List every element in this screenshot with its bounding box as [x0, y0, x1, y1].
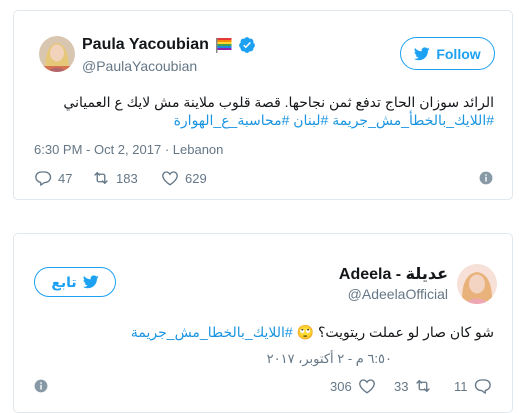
tweet-location[interactable]: Lebanon: [173, 142, 224, 157]
tweet-timestamp[interactable]: ٦:٥٠ م - ٢ أكتوبر، ٢٠١٧: [267, 351, 392, 367]
follow-button[interactable]: تابع: [34, 267, 116, 297]
reply-count: 11: [454, 378, 468, 394]
twitter-bird-icon: [414, 46, 431, 60]
info-icon[interactable]: [34, 379, 48, 393]
tweet-meta: 6:30 PM - Oct 2, 2017 · Lebanon: [34, 142, 223, 157]
reply-action[interactable]: 47: [34, 169, 72, 187]
retweet-icon: [94, 172, 108, 184]
verified-badge-icon: [239, 37, 255, 53]
avatar-adeela[interactable]: [457, 264, 497, 304]
follow-button-label: تابع: [51, 273, 77, 290]
author-handle[interactable]: @PaulaYacoubian: [82, 58, 197, 74]
meta-separator: ·: [164, 142, 170, 157]
retweet-action[interactable]: 183: [92, 169, 138, 187]
like-action[interactable]: 306: [330, 377, 376, 395]
tweet-hashtag[interactable]: #اللايك_بالخطا_مش_جريمة: [131, 324, 293, 340]
heart-icon: [162, 171, 178, 186]
info-icon[interactable]: [479, 171, 493, 185]
reply-action[interactable]: 11: [454, 377, 492, 395]
tweet-text: الرائد سوزان الحاج تدفع ثمن نجاحها. قصة …: [34, 93, 494, 129]
like-count: 629: [185, 170, 207, 186]
tweet-timestamp[interactable]: 6:30 PM - Oct 2, 2017: [34, 142, 161, 157]
like-count: 306: [330, 378, 352, 394]
heart-icon: [358, 379, 375, 394]
rolling-eyes-emoji: 🙄: [296, 324, 315, 340]
reply-icon: [35, 171, 52, 186]
tweet-card-adeela: Adeela - عديلة @AdeelaOfficial تابع شو ك…: [13, 233, 513, 413]
tweet-text-line: شو كان صار لو عملت ريتويت؟ 🙄 #اللايك_بال…: [34, 323, 494, 341]
author-name[interactable]: Paula Yacoubian: [82, 36, 209, 54]
tweet-text: شو كان صار لو عملت ريتويت؟ 🙄 #اللايك_بال…: [34, 323, 494, 341]
retweet-count: 183: [116, 170, 138, 186]
like-action[interactable]: 629: [161, 169, 207, 187]
tweet-card-paula: Paula Yacoubian @PaulaYacoubian Follow ا…: [13, 10, 513, 200]
retweet-icon: [416, 380, 431, 392]
tweet-hashtags[interactable]: #اللايك_بالخطأ_مش_جريمة #لبنان #محاسبة_ع…: [34, 111, 494, 129]
avatar-paula[interactable]: [39, 36, 75, 72]
tweet-text-line: الرائد سوزان الحاج تدفع ثمن نجاحها. قصة …: [63, 94, 494, 110]
author-handle[interactable]: @AdeelaOfficial: [348, 286, 448, 302]
twitter-bird-icon: [82, 275, 99, 289]
reply-count: 47: [58, 170, 73, 186]
tweet-text-main: شو كان صار لو عملت ريتويت؟: [317, 324, 494, 340]
follow-button[interactable]: Follow: [400, 37, 495, 70]
retweet-action[interactable]: 33: [394, 377, 432, 395]
reply-icon: [474, 379, 491, 394]
retweet-count: 33: [394, 378, 409, 394]
author-name[interactable]: Adeela - عديلة: [339, 264, 448, 284]
rainbow-flag-icon: [216, 38, 232, 53]
follow-button-label: Follow: [436, 45, 481, 62]
